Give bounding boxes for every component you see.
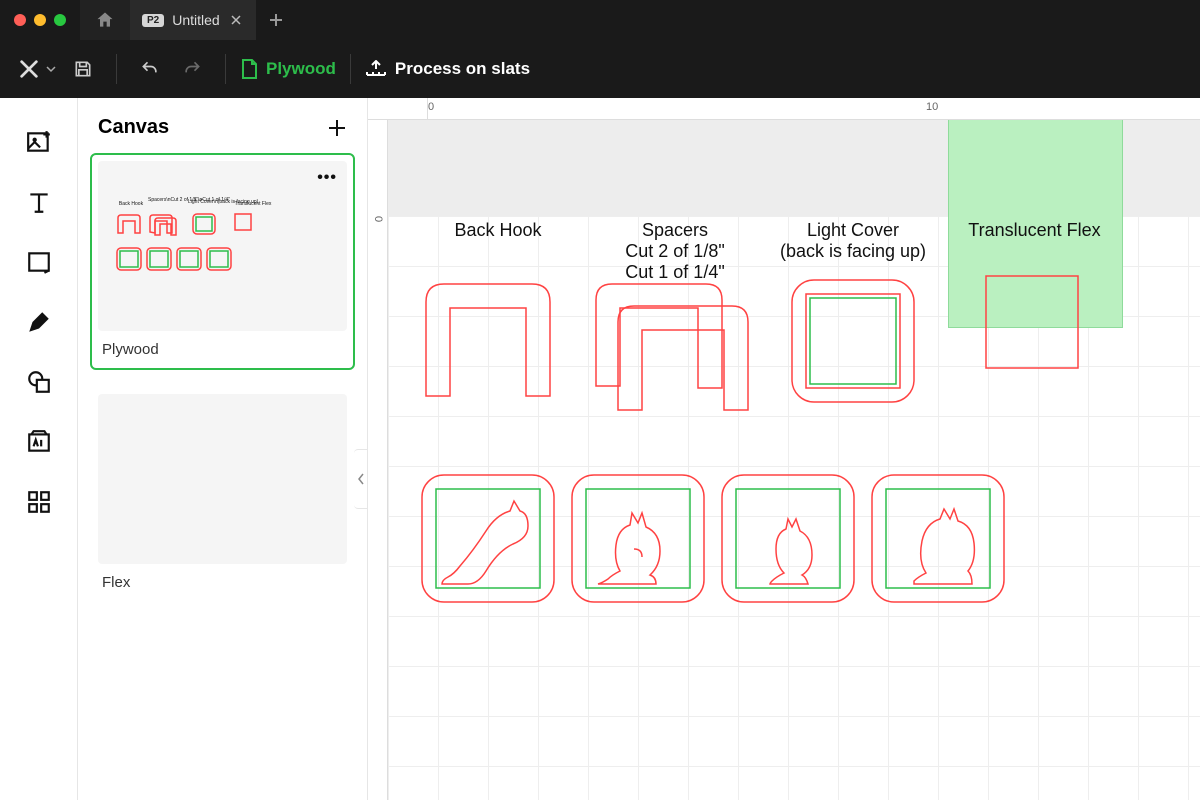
window-buttons xyxy=(0,14,80,26)
design-label-spacers: Spacers Cut 2 of 1/8" Cut 1 of 1/4" xyxy=(600,220,750,283)
tab-badge: P2 xyxy=(142,14,164,27)
design-back-hook[interactable] xyxy=(418,276,558,396)
toolbar: Plywood Process on slats xyxy=(0,40,1200,98)
design-light-cover[interactable] xyxy=(788,276,918,406)
image-tool-button[interactable] xyxy=(23,126,55,158)
design-cat-frame-1[interactable] xyxy=(418,471,558,606)
material-dropdown[interactable]: Plywood xyxy=(240,59,336,79)
canvas-card-menu-icon[interactable]: ••• xyxy=(317,169,337,187)
slats-icon xyxy=(365,60,387,78)
ai-tool-button[interactable] xyxy=(23,426,55,458)
canvas-card-flex[interactable]: Flex xyxy=(90,386,355,603)
ruler-tick: 10 xyxy=(926,101,938,113)
ruler-tick: 0 xyxy=(372,216,384,222)
separator xyxy=(225,54,226,84)
tab-title: Untitled xyxy=(172,12,219,28)
save-button[interactable] xyxy=(64,50,102,88)
ruler-tick: 0 xyxy=(428,101,434,113)
canvas-area[interactable]: Back Hook Spacers Cut 2 of 1/8" Cut 1 of… xyxy=(388,120,1200,800)
canvas-card-label: Plywood xyxy=(98,341,347,358)
design-cat-frame-2[interactable] xyxy=(568,471,708,606)
titlebar: P2 Untitled xyxy=(0,0,1200,40)
design-cat-frame-4[interactable] xyxy=(868,471,1008,606)
separator xyxy=(116,54,117,84)
sheet-icon xyxy=(240,59,258,79)
window-maximize-button[interactable] xyxy=(54,14,66,26)
redo-button[interactable] xyxy=(173,50,211,88)
panel-title: Canvas xyxy=(98,116,169,139)
canvas-card-plywood[interactable]: ••• Back Hook Spacers\nCut 2 of 1/8"\nCu… xyxy=(90,153,355,370)
design-label-translucent-flex: Translucent Flex xyxy=(947,220,1122,241)
chevron-left-icon xyxy=(357,473,365,485)
logo-menu-button[interactable] xyxy=(14,50,60,88)
window-close-button[interactable] xyxy=(14,14,26,26)
undo-button[interactable] xyxy=(131,50,169,88)
canvas-thumbnail: ••• Back Hook Spacers\nCut 2 of 1/8"\nCu… xyxy=(98,161,347,331)
workspace[interactable]: 0 10 0 Back Hook Spacers Cut 2 of 1/8" C… xyxy=(368,98,1200,800)
process-dropdown[interactable]: Process on slats xyxy=(365,59,530,79)
design-translucent-flex[interactable] xyxy=(984,274,1080,370)
design-label-back-hook: Back Hook xyxy=(428,220,568,241)
text-tool-button[interactable] xyxy=(23,186,55,218)
tool-rail xyxy=(0,98,78,800)
rectangle-tool-button[interactable] xyxy=(23,246,55,278)
add-canvas-button[interactable] xyxy=(327,118,347,138)
canvas-thumbnail xyxy=(98,394,347,564)
separator xyxy=(350,54,351,84)
canvas-panel: Canvas ••• Back Hook Spacers\nCut 2 of 1… xyxy=(78,98,368,800)
tab-untitled[interactable]: P2 Untitled xyxy=(130,0,256,40)
ruler-horizontal: 0 10 xyxy=(428,98,1200,120)
home-button[interactable] xyxy=(80,0,130,40)
window-minimize-button[interactable] xyxy=(34,14,46,26)
collapse-panel-button[interactable] xyxy=(354,449,368,509)
ruler-vertical: 0 xyxy=(368,120,388,800)
add-tab-button[interactable] xyxy=(256,12,296,28)
design-cat-frame-3[interactable] xyxy=(718,471,858,606)
process-label: Process on slats xyxy=(395,59,530,79)
material-label: Plywood xyxy=(266,59,336,79)
pen-tool-button[interactable] xyxy=(23,306,55,338)
design-spacers[interactable] xyxy=(588,276,758,416)
apps-tool-button[interactable] xyxy=(23,486,55,518)
material-sheet[interactable]: Back Hook Spacers Cut 2 of 1/8" Cut 1 of… xyxy=(388,216,1200,800)
tab-close-icon[interactable] xyxy=(228,14,244,26)
shape-tool-button[interactable] xyxy=(23,366,55,398)
chevron-down-icon xyxy=(46,64,56,74)
canvas-card-label: Flex xyxy=(98,574,347,591)
design-label-light-cover: Light Cover (back is facing up) xyxy=(768,220,938,262)
ruler-corner xyxy=(368,98,428,120)
